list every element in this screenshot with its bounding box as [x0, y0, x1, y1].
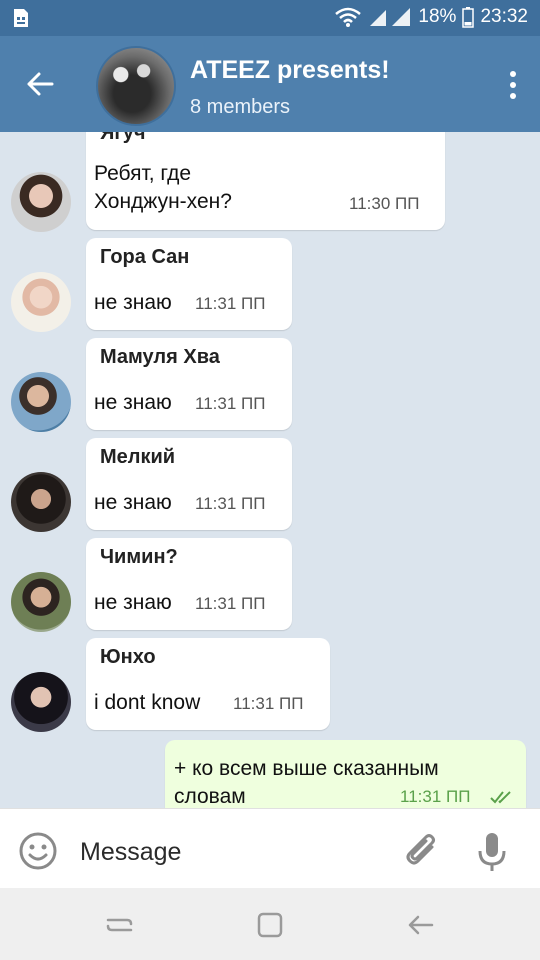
message-bubble[interactable]: Чимин? не знаю 11:31 ПП — [86, 538, 292, 630]
message-time: 11:31 ПП — [195, 494, 266, 513]
message-bubble[interactable]: Ягуч Ребят, где Хонджун-хен? 11:30 ПП — [86, 132, 445, 230]
message-bubble[interactable]: Мамуля Хва не знаю 11:31 ПП — [86, 338, 292, 430]
message-text: не знаю — [94, 291, 172, 314]
wifi-icon — [335, 7, 362, 27]
avatar[interactable] — [11, 572, 71, 632]
clock: 23:32 — [480, 6, 528, 27]
message-input[interactable] — [78, 829, 382, 875]
double-check-icon — [490, 791, 511, 804]
avatar[interactable] — [11, 472, 71, 532]
recent-apps-icon[interactable] — [105, 910, 135, 940]
message-text: Ребят, где Хонджун-хен? — [94, 162, 232, 213]
chat-header: ATEEZ presents! 8 members — [0, 36, 540, 132]
message-text: i dont know — [94, 691, 201, 714]
signal-icon — [370, 8, 411, 26]
member-count: 8 members — [190, 96, 291, 118]
message-text: + ко всем выше сказанным словам — [174, 757, 439, 808]
message-bubble[interactable]: Юнхо i dont know 11:31 ПП — [86, 638, 330, 730]
message-time: 11:31 ПП — [233, 694, 304, 713]
message-sender: Мелкий — [100, 446, 176, 468]
back-nav-icon[interactable] — [405, 910, 435, 940]
message-composer — [0, 808, 540, 889]
message-sender: Юнхо — [100, 646, 156, 668]
system-nav-bar — [0, 888, 540, 960]
emoji-icon[interactable] — [18, 831, 58, 871]
message-text: не знаю — [94, 491, 172, 514]
sim-manager-icon — [14, 9, 28, 27]
status-bar: 18% 23:32 — [0, 0, 540, 36]
battery-percent: 18% — [418, 6, 457, 27]
avatar[interactable] — [11, 172, 71, 232]
arrow-left-icon[interactable] — [22, 66, 58, 102]
message-sender: Мамуля Хва — [100, 346, 220, 368]
home-button-icon[interactable] — [255, 910, 285, 940]
message-text: не знаю — [94, 591, 172, 614]
outgoing-message-bubble[interactable]: + ко всем выше сказанным словам 11:31 ПП — [165, 740, 526, 808]
message-text: не знаю — [94, 391, 172, 414]
message-time: 11:30 ПП — [349, 194, 420, 213]
message-bubble[interactable]: Гора Сан не знаю 11:31 ПП — [86, 238, 292, 330]
avatar[interactable] — [11, 272, 71, 332]
message-sender: Ягуч — [100, 132, 146, 144]
message-sender: Чимин? — [100, 546, 178, 568]
group-title[interactable]: ATEEZ presents! — [190, 56, 390, 85]
message-list[interactable]: Ягуч Ребят, где Хонджун-хен? 11:30 ПП Го… — [0, 132, 540, 808]
microphone-icon[interactable] — [476, 831, 508, 873]
avatar[interactable] — [11, 372, 71, 432]
more-vertical-icon[interactable] — [508, 70, 518, 100]
message-time: 11:31 ПП — [400, 787, 471, 806]
message-time: 11:31 ПП — [195, 594, 266, 613]
paperclip-icon[interactable] — [402, 833, 442, 873]
avatar[interactable] — [11, 672, 71, 732]
message-bubble[interactable]: Мелкий не знаю 11:31 ПП — [86, 438, 292, 530]
message-sender: Гора Сан — [100, 246, 190, 268]
message-time: 11:31 ПП — [195, 394, 266, 413]
message-time: 11:31 ПП — [195, 294, 266, 313]
group-avatar[interactable] — [96, 46, 176, 126]
status-icons: 18% 23:32 — [334, 6, 528, 28]
battery-icon — [462, 7, 475, 28]
